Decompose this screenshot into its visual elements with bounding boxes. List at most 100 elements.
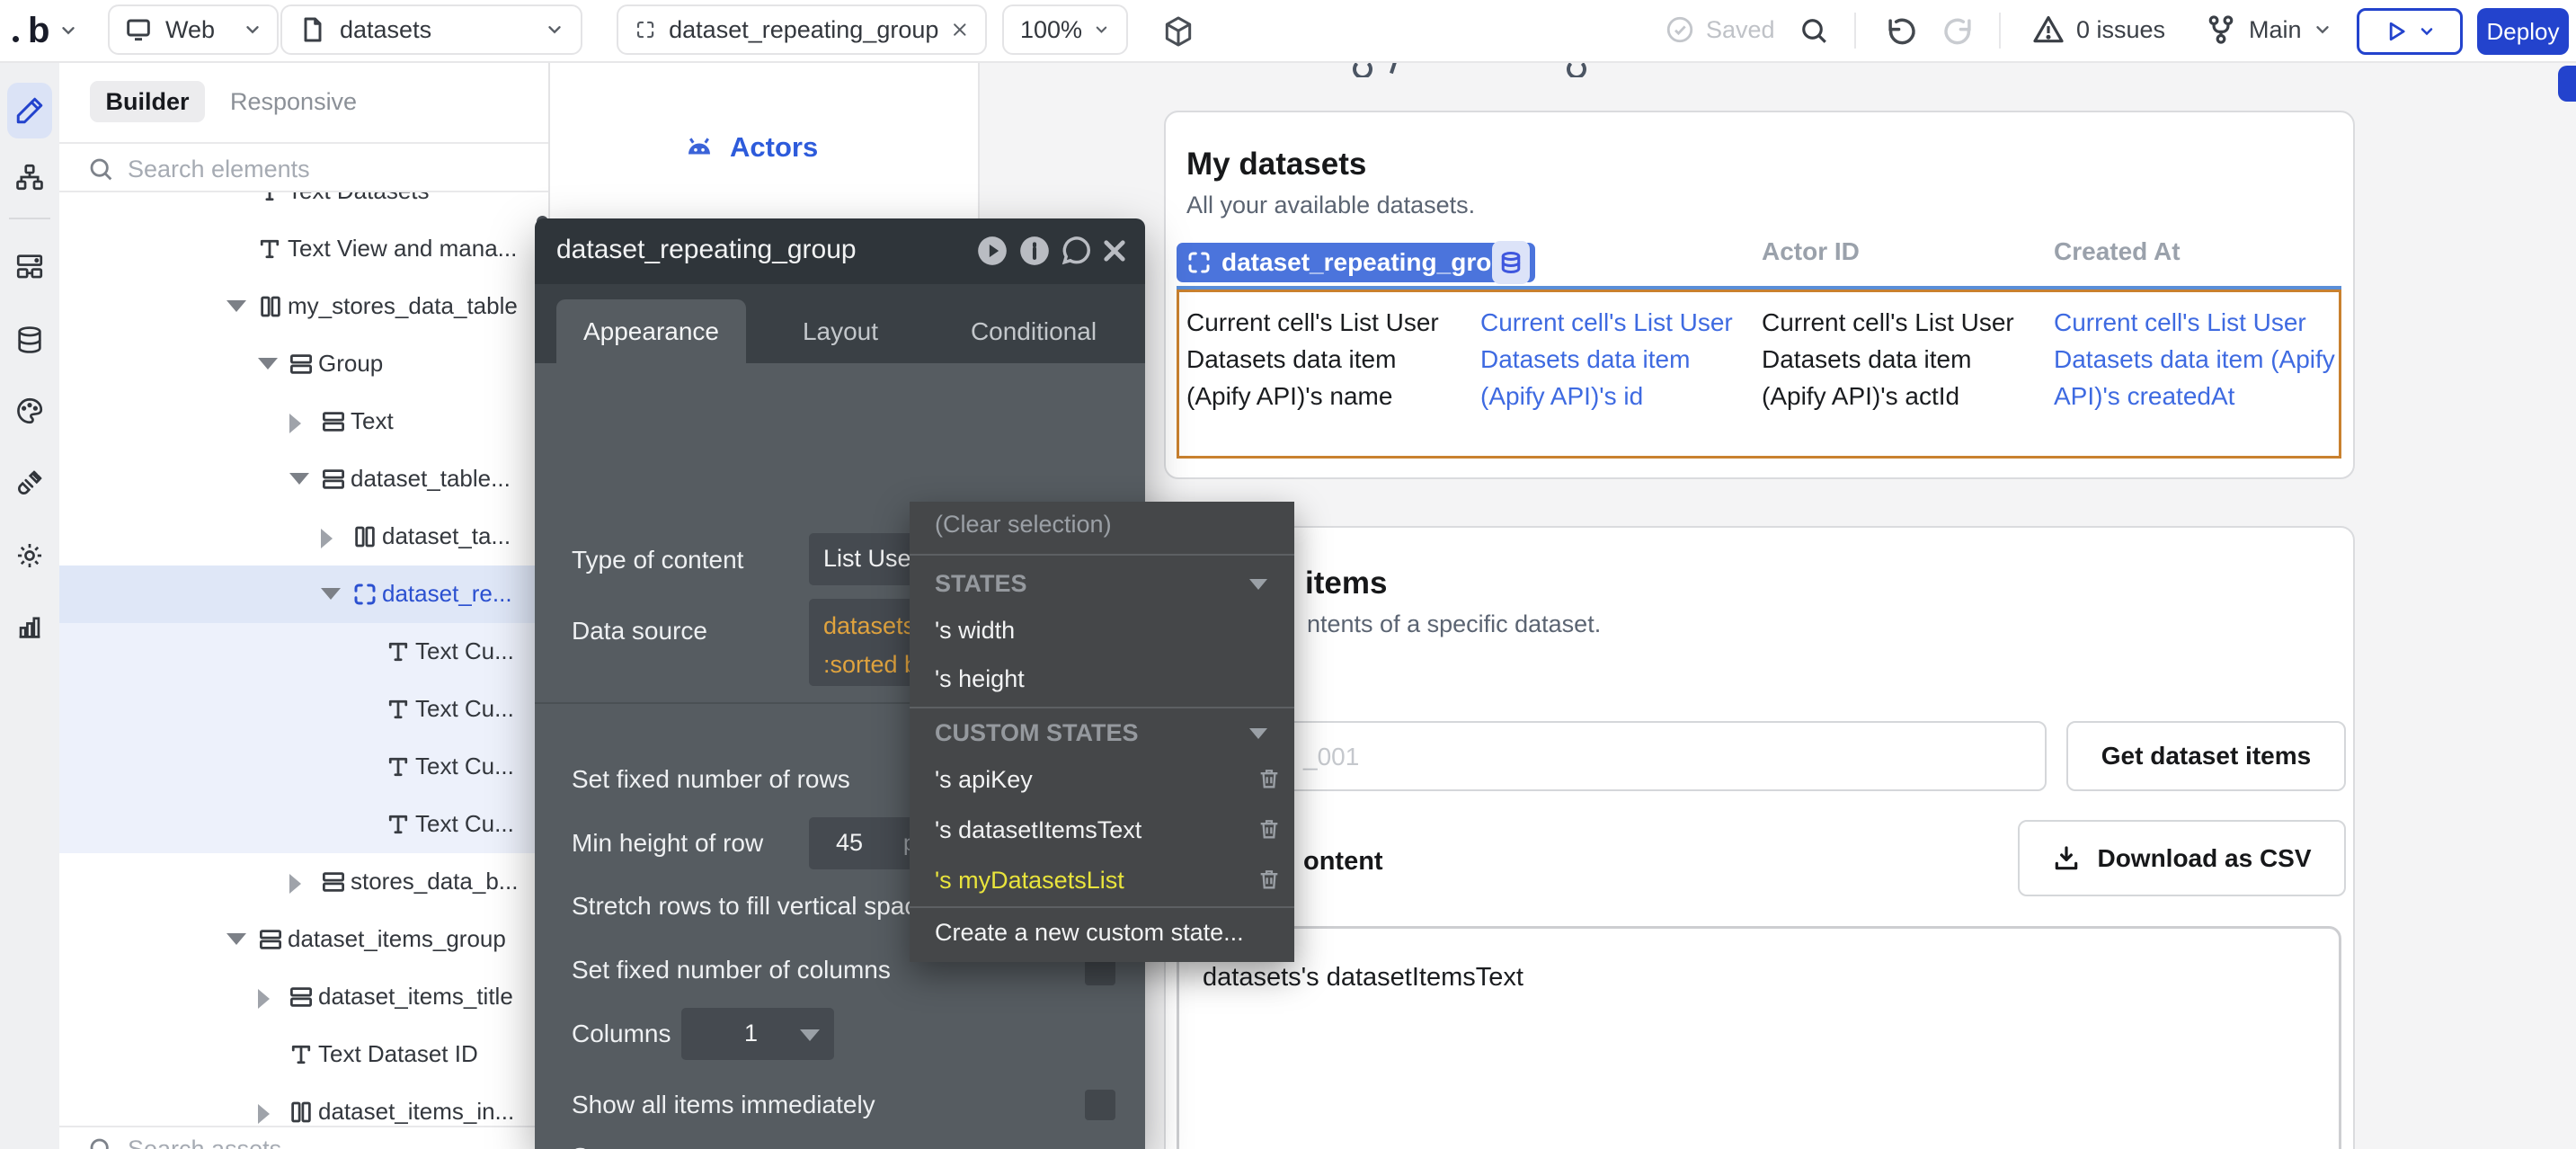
tree-item[interactable]: my_stores_data_table (59, 278, 548, 335)
get-dataset-items-button[interactable]: Get dataset items (2066, 721, 2346, 791)
tab-builder[interactable]: Builder (90, 81, 205, 122)
caret-expanded-icon[interactable] (289, 473, 309, 485)
tab-layout[interactable]: Layout (777, 299, 903, 363)
issues-indicator[interactable]: 0 issues (2031, 13, 2165, 47)
caret-collapsed-icon[interactable] (289, 874, 301, 894)
menu-item-height[interactable]: 's height (935, 665, 1025, 693)
data-icon[interactable] (14, 325, 45, 355)
tree-item[interactable]: dataset_table... (59, 450, 548, 508)
selected-element-chip[interactable]: dataset_repeating_group (1177, 243, 1535, 282)
tree-item-label: dataset_ta... (382, 522, 511, 550)
caret-collapsed-icon[interactable] (258, 1104, 270, 1124)
zoom-select[interactable]: 100% (1002, 4, 1128, 55)
data-source-prefix[interactable]: datasets (823, 612, 915, 640)
components-icon[interactable] (14, 251, 45, 281)
trash-icon[interactable] (1257, 867, 1282, 892)
chevron-down-icon (1093, 20, 1110, 40)
design-tab-active[interactable] (7, 83, 52, 138)
tree-item[interactable]: Text Dataset ID (59, 1026, 548, 1083)
caret-expanded-icon[interactable] (258, 358, 278, 370)
table-cell-name[interactable]: Current cell's List User Datasets data i… (1186, 304, 1465, 414)
page-select[interactable]: datasets (280, 4, 582, 55)
show-all-checkbox[interactable] (1085, 1090, 1115, 1120)
tree-item[interactable]: Text Cu... (59, 681, 548, 738)
tree-item[interactable]: Group (59, 335, 548, 393)
caret-collapsed-icon[interactable] (289, 414, 301, 433)
trash-icon[interactable] (1257, 766, 1282, 791)
tab-appearance-active[interactable]: Appearance (556, 299, 746, 363)
dialog-header[interactable]: dataset_repeating_group (535, 218, 1145, 284)
data-source-suffix[interactable]: :sorted b (823, 651, 918, 679)
actors-label: Actors (730, 131, 818, 164)
tree-item[interactable]: Text (59, 393, 548, 450)
chevron-down-icon (1249, 579, 1267, 590)
dataset-items-card: items ntents of a specific dataset. _001… (1164, 526, 2355, 1149)
menu-item-apikey[interactable]: 's apiKey (935, 766, 1033, 794)
caret-expanded-icon[interactable] (227, 933, 246, 945)
platform-select[interactable]: Web (108, 4, 279, 55)
clipped-blue-button[interactable] (2558, 66, 2576, 102)
caret-collapsed-icon[interactable] (258, 989, 270, 1009)
tree-item[interactable]: Text Cu... (59, 623, 548, 681)
menu-section-states[interactable]: STATES (935, 570, 1027, 598)
caret-expanded-icon[interactable] (227, 300, 246, 312)
styles-palette-icon[interactable] (14, 396, 45, 426)
menu-item-clear-selection[interactable]: (Clear selection) (935, 511, 1112, 539)
tree-item-selected[interactable]: dataset_re... (59, 566, 548, 623)
menu-item-create-custom-state[interactable]: Create a new custom state... (935, 919, 1244, 947)
tree-item[interactable]: Text Cu... (59, 738, 548, 796)
table-cell-actid[interactable]: Current cell's List User Datasets data i… (1762, 304, 2022, 414)
tab-conditional[interactable]: Conditional (953, 299, 1115, 363)
tab-responsive[interactable]: Responsive (230, 81, 357, 122)
trash-icon[interactable] (1257, 816, 1282, 842)
components-cube-icon[interactable] (1161, 14, 1195, 49)
menu-item-mydatasetslist-highlighted[interactable]: 's myDatasetsList (935, 867, 1124, 895)
menu-section-custom-states[interactable]: CUSTOM STATES (935, 719, 1139, 747)
chevron-down-icon (2418, 22, 2436, 40)
search-elements-field[interactable]: Search elements (59, 144, 548, 192)
menu-item-datasetitemstext[interactable]: 's datasetItemsText (935, 816, 1141, 844)
element-tab[interactable]: dataset_repeating_group (617, 4, 987, 55)
pencil-icon (14, 95, 45, 126)
table-cell-id[interactable]: Current cell's List User Datasets data i… (1480, 304, 1737, 414)
workflow-icon[interactable] (14, 162, 45, 192)
undo-icon[interactable] (1884, 14, 1918, 49)
info-icon[interactable] (1017, 234, 1052, 268)
dataset-id-input[interactable]: _001 (1186, 721, 2047, 791)
logs-chart-icon[interactable] (14, 611, 45, 642)
close-icon[interactable] (1099, 236, 1130, 266)
caret-expanded-icon[interactable] (321, 588, 341, 600)
tree-item[interactable]: dataset_ta... (59, 508, 548, 566)
search-assets-field[interactable]: Search assets (59, 1126, 548, 1149)
search-icon[interactable] (1798, 14, 1830, 47)
redo-icon[interactable] (1941, 14, 1976, 49)
bubble-logo-menu[interactable]: b (13, 5, 84, 56)
preview-element-icon[interactable] (975, 234, 1009, 268)
dataset-id-input-text: _001 (1303, 743, 1359, 771)
columns-select[interactable]: 1 (681, 1008, 834, 1060)
download-csv-button[interactable]: Download as CSV (2018, 820, 2346, 896)
dataset-output-box[interactable]: datasets's datasetItemsText (1177, 926, 2341, 1149)
plugins-icon[interactable] (14, 468, 45, 498)
tree-item[interactable]: dataset_items_in... (59, 1083, 548, 1126)
preview-button[interactable] (2357, 8, 2463, 55)
tree-item[interactable]: Text Datasets (59, 192, 548, 220)
tree-item-label: dataset_re... (382, 580, 512, 608)
caret-collapsed-icon[interactable] (321, 529, 333, 548)
close-icon[interactable] (951, 18, 969, 41)
tree-item[interactable]: Text Cu... (59, 796, 548, 853)
comment-icon[interactable] (1059, 234, 1093, 268)
menu-item-width[interactable]: 's width (935, 617, 1015, 645)
actors-nav-item[interactable]: Actors (683, 128, 818, 167)
tree-item[interactable]: dataset_items_group (59, 911, 548, 968)
my-datasets-card: My datasets All your available datasets.… (1164, 111, 2355, 479)
tab-appearance-label: Appearance (583, 317, 719, 346)
deploy-button[interactable]: Deploy (2477, 8, 2569, 55)
data-source-badge[interactable] (1492, 241, 1530, 284)
branch-selector[interactable]: Main (2204, 13, 2332, 47)
tree-item[interactable]: stores_data_b... (59, 853, 548, 911)
tree-item[interactable]: dataset_items_title (59, 968, 548, 1026)
tree-item[interactable]: Text View and mana... (59, 220, 548, 278)
table-cell-createdat[interactable]: Current cell's List User Datasets data i… (2054, 304, 2350, 414)
settings-gear-icon[interactable] (14, 540, 45, 571)
